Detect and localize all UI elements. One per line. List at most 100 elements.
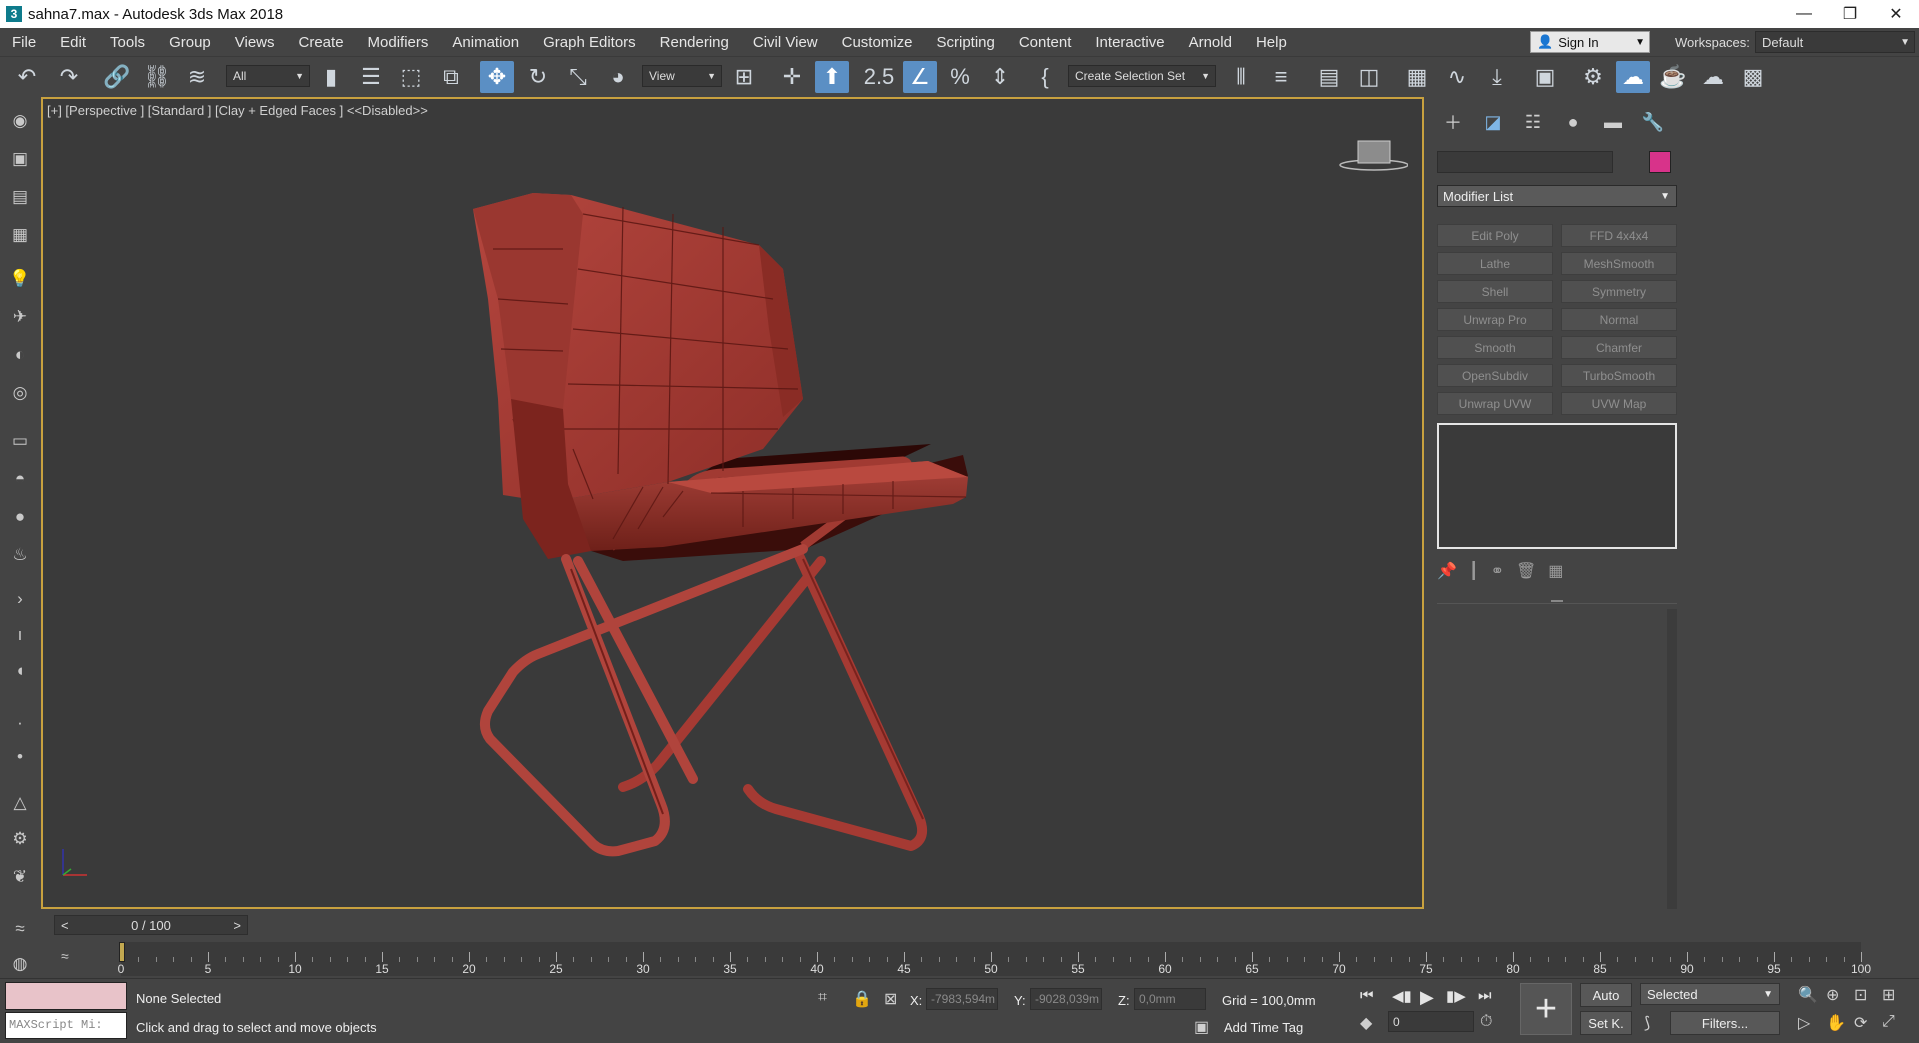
selection-filter-dropdown[interactable]: All ▼ [226, 65, 310, 87]
curve-editor-icon[interactable]: ∿ [1440, 61, 1474, 93]
bulb-small-icon[interactable]: ı [8, 623, 32, 647]
go-to-end-icon[interactable]: ⏭ [1478, 987, 1492, 1004]
object-name-field[interactable] [1437, 151, 1613, 173]
panel-scrollbar[interactable] [1667, 609, 1677, 909]
y-coordinate-field[interactable]: -9028,039m [1030, 988, 1102, 1010]
menu-interactive[interactable]: Interactive [1083, 34, 1176, 51]
snaps-toggle-icon[interactable]: 2.5 [862, 61, 896, 93]
pin-stack-icon[interactable]: 📌 [1437, 561, 1457, 581]
film-icon[interactable]: ◎ [8, 381, 32, 405]
create-tab-icon[interactable]: ＋ [1437, 109, 1469, 135]
eye-icon[interactable]: ◉ [8, 109, 32, 133]
perspective-viewport[interactable]: [+] [Perspective ] [Standard ] [Clay + E… [41, 97, 1424, 909]
time-config-icon[interactable]: ⏱ [1480, 1013, 1492, 1031]
rendered-frame-window-icon[interactable]: ☁ [1616, 61, 1650, 93]
auto-key-button[interactable]: Auto [1580, 983, 1632, 1007]
absolute-mode-icon[interactable]: ⊠ [884, 989, 897, 1009]
hf-icon[interactable]: ≈ [8, 917, 32, 941]
toggle-ribbon-icon[interactable]: ▦ [1400, 61, 1434, 93]
key-filters-button[interactable]: Filters... [1670, 1011, 1780, 1035]
chair-model[interactable] [43, 99, 1426, 911]
link-icon[interactable]: 🔗 [100, 61, 134, 93]
box-icon[interactable]: ▭ [8, 429, 32, 453]
sphere-icon[interactable]: ● [8, 505, 32, 529]
menu-edit[interactable]: Edit [48, 34, 98, 51]
render-production-icon[interactable]: ☕ [1656, 61, 1690, 93]
flame-icon[interactable]: ◖ [8, 659, 32, 683]
menu-scripting[interactable]: Scripting [924, 34, 1006, 51]
layer-explorer-icon[interactable]: ◫ [1352, 61, 1386, 93]
modifier-symmetry-button[interactable]: Symmetry [1561, 280, 1677, 303]
configure-modifier-sets-icon[interactable]: ▦ [1548, 561, 1563, 581]
pan-view-icon[interactable]: ✋ [1826, 1013, 1846, 1033]
mini-curve-editor-icon[interactable]: ≈ [61, 948, 69, 964]
toggle-scene-explorer-icon[interactable]: ▤ [1312, 61, 1346, 93]
field-of-view-icon[interactable]: ▷ [1798, 1013, 1810, 1033]
align-icon[interactable]: ≡ [1264, 61, 1298, 93]
maxscript-listener[interactable]: MAXScript Mi: [5, 982, 127, 1039]
undo-icon[interactable]: ↶ [10, 61, 44, 93]
lock-selection-icon[interactable]: 🔒 [852, 989, 872, 1009]
panel-grip[interactable] [1551, 600, 1563, 602]
menu-modifiers[interactable]: Modifiers [356, 34, 441, 51]
modifier-turbosmooth-button[interactable]: TurboSmooth [1561, 364, 1677, 387]
menu-create[interactable]: Create [287, 34, 356, 51]
dot-small-icon[interactable]: · [8, 711, 32, 735]
rectangular-selection-icon[interactable]: ⬚ [394, 61, 428, 93]
point-red-icon[interactable]: • [8, 745, 32, 769]
select-and-scale-icon[interactable]: ⤡ [561, 61, 595, 93]
reference-coordinate-dropdown[interactable]: View ▼ [642, 65, 722, 87]
modifier-opensubdiv-button[interactable]: OpenSubdiv [1437, 364, 1553, 387]
hair-icon[interactable]: ◍ [8, 952, 32, 976]
menu-views[interactable]: Views [223, 34, 287, 51]
object-color-swatch[interactable] [1649, 151, 1671, 173]
menu-file[interactable]: File [0, 34, 48, 51]
zoom-all-icon[interactable]: ⊕ [1826, 985, 1839, 1005]
close-button[interactable]: ✕ [1873, 0, 1919, 28]
next-frame-icon[interactable]: ▮▶ [1446, 987, 1466, 1005]
modifier-ffd-button[interactable]: FFD 4x4x4 [1561, 224, 1677, 247]
redo-icon[interactable]: ↷ [52, 61, 86, 93]
select-and-rotate-icon[interactable]: ↻ [521, 61, 555, 93]
particle-icon[interactable]: ♨ [8, 543, 32, 567]
unlink-icon[interactable]: ⛓ [140, 61, 174, 93]
hierarchy-tab-icon[interactable]: ☷ [1517, 109, 1549, 135]
zoom-extents-icon[interactable]: ⊡ [1854, 985, 1867, 1005]
time-slider-next[interactable]: > [227, 918, 247, 933]
modifier-normal-button[interactable]: Normal [1561, 308, 1677, 331]
go-to-start-icon[interactable]: ⏮ [1360, 987, 1374, 1004]
table-icon[interactable]: ▦ [8, 223, 32, 247]
modifier-shell-button[interactable]: Shell [1437, 280, 1553, 303]
viewcube-icon[interactable] [1338, 137, 1408, 173]
listener-input[interactable]: MAXScript Mi: [5, 1012, 127, 1039]
set-key-big-icon[interactable]: + [1520, 983, 1572, 1035]
zoom-icon[interactable]: 🔍 [1798, 985, 1818, 1005]
menu-group[interactable]: Group [157, 34, 223, 51]
key-filter-dropdown[interactable]: Selected ▼ [1640, 983, 1780, 1005]
minimize-button[interactable]: — [1781, 0, 1827, 28]
zoom-extents-all-icon[interactable]: ⊞ [1882, 985, 1895, 1005]
modifier-smooth-button[interactable]: Smooth [1437, 336, 1553, 359]
key-mode-icon[interactable]: ◆ [1360, 1013, 1372, 1033]
time-tag-icon[interactable]: ▣ [1194, 1017, 1209, 1037]
named-selection-set-dropdown[interactable]: Create Selection Set ▼ [1068, 65, 1216, 87]
x-coordinate-field[interactable]: -7983,594m [926, 988, 998, 1010]
modifier-unwrap-pro-button[interactable]: Unwrap Pro [1437, 308, 1553, 331]
mirror-icon[interactable]: ⫴ [1224, 61, 1258, 93]
modifier-lathe-button[interactable]: Lathe [1437, 252, 1553, 275]
menu-tools[interactable]: Tools [98, 34, 157, 51]
maximize-viewport-icon[interactable]: ⤢ [1882, 1013, 1895, 1031]
workspaces-dropdown[interactable]: Default ▼ [1755, 31, 1915, 53]
pivot-center-icon[interactable]: ⊞ [727, 61, 761, 93]
menu-arnold[interactable]: Arnold [1177, 34, 1244, 51]
menu-graph-editors[interactable]: Graph Editors [531, 34, 648, 51]
modifier-edit-poly-button[interactable]: Edit Poly [1437, 224, 1553, 247]
remove-modifier-icon[interactable]: 🗑 [1516, 561, 1536, 581]
time-slider-prev[interactable]: < [55, 918, 75, 933]
isolate-selection-icon[interactable]: ⌗ [818, 989, 827, 1007]
add-time-tag[interactable]: Add Time Tag [1224, 1020, 1303, 1035]
sign-in-dropdown[interactable]: 👤 Sign In ▼ [1530, 31, 1650, 53]
show-end-result-icon[interactable]: ┃ [1469, 561, 1479, 581]
display-tab-icon[interactable]: ▬ [1597, 109, 1629, 135]
pyramid-icon[interactable]: △ [8, 791, 32, 815]
